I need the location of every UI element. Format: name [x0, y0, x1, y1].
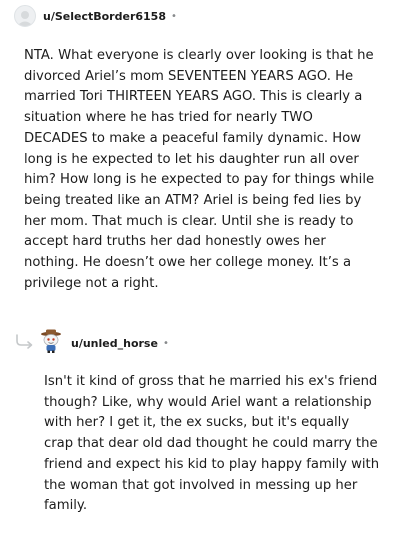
horse-snoo-avatar-icon[interactable]: [38, 329, 64, 357]
reply-separator: •: [162, 337, 169, 349]
reply-username[interactable]: u/unled_horse: [71, 337, 158, 350]
user-silhouette-icon: [17, 11, 33, 26]
reply-body: Isn't it kind of gross that he married h…: [44, 374, 380, 514]
top-comment-body: NTA. What everyone is clearly over looki…: [24, 48, 375, 291]
top-comment-username[interactable]: u/SelectBorder6158: [43, 10, 166, 23]
top-comment-separator: •: [170, 10, 177, 22]
reply-header: u/unled_horse •: [38, 329, 169, 357]
top-comment-header: u/SelectBorder6158 •: [14, 4, 177, 28]
reply-thread-arrow-icon: [16, 334, 33, 349]
generic-user-avatar-icon[interactable]: [14, 5, 36, 27]
